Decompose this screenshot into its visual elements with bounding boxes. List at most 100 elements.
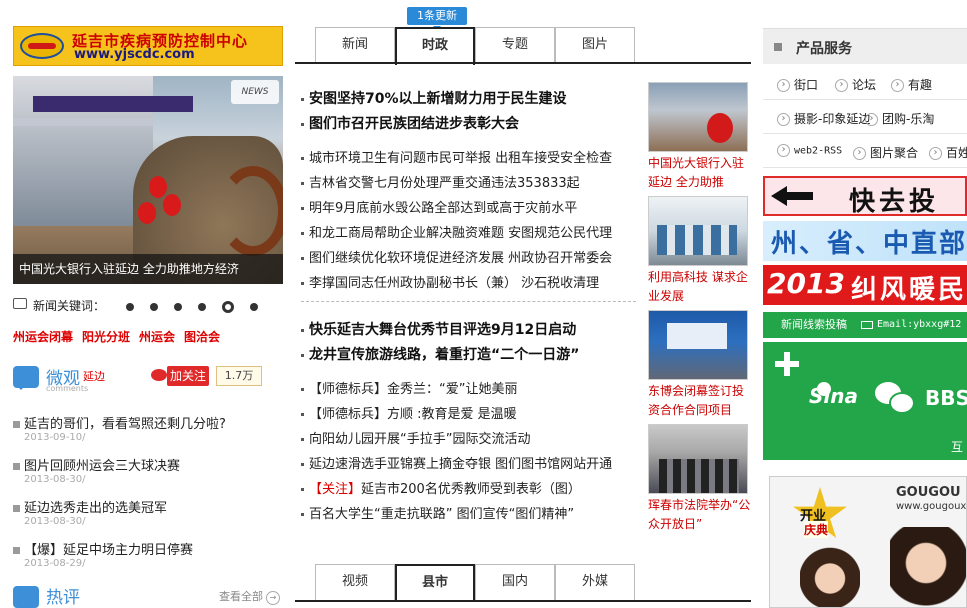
list-item-date: 2013-08-29/	[24, 558, 86, 569]
hot-tag-link[interactable]: 州运会	[139, 330, 175, 344]
cdc-banner-ad[interactable]: 延吉市疾病预防控制中心 www.yjscdc.com	[13, 26, 283, 66]
carousel-dot[interactable]	[250, 302, 258, 311]
news-link[interactable]: 图们继续优化软环境促进经济发展 州政协召开常委会	[301, 246, 646, 271]
government-ad[interactable]: 州、省、中直部门网上	[763, 221, 967, 261]
news-tip-bar[interactable]: 新闻线索投稿 Email:ybxxg#12	[763, 312, 967, 338]
carousel-dot[interactable]	[150, 302, 158, 311]
service-title: 产品服务	[796, 41, 852, 57]
service-link[interactable]: 论坛	[835, 76, 876, 93]
thumb-caption[interactable]: 利用高科技 谋求企业发展	[648, 268, 751, 306]
list-item[interactable]: 延吉的哥们，看看驾照还剩几分啦? 2013-09-10/	[13, 413, 283, 455]
thumb-caption[interactable]: 珲春市法院举办“公众开放日”	[648, 496, 751, 534]
news-link[interactable]: 李撑国同志任州政协副秘书长（兼） 沙石税收清理	[301, 271, 646, 296]
tab-4[interactable]: 外媒	[555, 564, 635, 600]
tab-1[interactable]: 新闻	[315, 27, 395, 63]
news-tabs-bottom: 视频 县市 国内 外媒	[315, 564, 635, 602]
tab-2[interactable]: 县市	[395, 564, 475, 602]
headline-link[interactable]: 图们市召开民族团结进步表彰大会	[301, 112, 646, 137]
square-bullet-icon	[774, 43, 782, 51]
chat-bubble-icon	[13, 586, 39, 608]
right-column: 产品服务 街口论坛有趣摄影-印象延边团购-乐淘 web2-RSS 图片聚合百姓 快去…	[763, 0, 967, 608]
news-link[interactable]: 【关注】延吉市200名优秀教师受到表彰（图）	[301, 477, 646, 502]
thumb-image[interactable]	[648, 82, 748, 152]
view-all-link[interactable]: 查看全部	[219, 588, 280, 605]
news-link[interactable]: 延边速滑选手亚锦赛上摘金夺银 图们图书馆网站开通	[301, 452, 646, 477]
news-link-text: 向阳幼儿园开展“手拉手”园际交流活动	[309, 432, 531, 447]
tab-2[interactable]: 时政	[395, 27, 475, 65]
thumb-image[interactable]	[648, 424, 748, 494]
carousel-dot[interactable]	[126, 302, 134, 311]
news-link[interactable]: 明年9月底前水毁公路全部达到或高于灾前水平	[301, 196, 646, 221]
wechat-icon[interactable]	[875, 382, 915, 414]
thumb-caption[interactable]: 中国光大银行入驻延边 全力助推	[648, 154, 751, 192]
news-link[interactable]: 【师德标兵】金秀兰：“爱”让她美丽	[301, 377, 646, 402]
news-link[interactable]: 向阳幼儿园开展“手拉手”园际交流活动	[301, 427, 646, 452]
carousel-dot[interactable]	[174, 302, 182, 311]
tab-1[interactable]: 视频	[315, 564, 395, 600]
gougou-ad[interactable]: 开业 庆典 GOUGOU www.gougouxin	[769, 476, 967, 608]
sina-link[interactable]: Sina	[809, 384, 858, 408]
mail-icon	[861, 321, 873, 329]
tab-3[interactable]: 专题	[475, 27, 555, 63]
service-link[interactable]: web2-RSS	[777, 144, 842, 157]
news-link-text: 【师德标兵】方顺 :教育是爱 是温暖	[309, 407, 517, 422]
headline-link[interactable]: 快乐延吉大舞台优秀节目评选9月12日启动	[301, 318, 646, 343]
hot-tag-link[interactable]: 阳光分班	[82, 330, 130, 344]
hot-tag-link[interactable]: 州运会闭幕	[13, 330, 73, 344]
tab-3[interactable]: 国内	[475, 564, 555, 600]
thumb-caption[interactable]: 东博会闭幕签订投资合作合同项目	[648, 382, 751, 420]
photo-thumb[interactable]: 珲春市法院举办“公众开放日”	[648, 424, 751, 538]
news-link[interactable]: 城市环境卫生有问题市民可举报 出租车接受安全检查	[301, 146, 646, 171]
chat-bubble-icon	[13, 366, 39, 390]
thumb-image[interactable]	[648, 310, 748, 380]
news-tip-label: 新闻线索投稿	[781, 318, 847, 331]
service-link[interactable]: 有趣	[891, 76, 932, 93]
list-item-title[interactable]: 图片回顾州运会三大球决赛	[13, 455, 283, 474]
campaign-ad[interactable]: 2013 纠风暖民	[763, 265, 967, 305]
campaign-ad-text: 纠风暖民	[851, 275, 967, 305]
service-link[interactable]: 街口	[777, 76, 818, 93]
interact-label: 互	[951, 440, 964, 454]
thumb-image[interactable]	[648, 196, 748, 266]
photo-thumb[interactable]: 中国光大银行入驻延边 全力助推	[648, 82, 751, 196]
carousel-dot[interactable]	[222, 300, 234, 313]
arrow-left-icon	[771, 186, 815, 206]
list-item-title[interactable]: 延边选秀走出的选美冠军	[13, 497, 283, 516]
service-link[interactable]: 团购-乐淘	[865, 110, 934, 127]
star-text-line2: 庆典	[804, 521, 829, 538]
list-item[interactable]: 延边选秀走出的选美冠军 2013-08-30/	[13, 497, 283, 539]
list-item-title[interactable]: 【爆】延足中场主力明日停赛	[13, 539, 283, 558]
news-link[interactable]: 和龙工商局帮助企业解决融资难题 安图规范公民代理	[301, 221, 646, 246]
service-link[interactable]: 摄影-印象延边	[777, 110, 870, 127]
list-item[interactable]: 【爆】延足中场主力明日停赛 2013-08-29/	[13, 539, 283, 581]
headline-photo-caption[interactable]: 中国光大银行入驻延边 全力助推地方经济	[13, 254, 283, 284]
hot-tag-link[interactable]: 图洽会	[184, 330, 220, 344]
photo-thumb[interactable]: 利用高科技 谋求企业发展	[648, 196, 751, 310]
headline-link[interactable]: 安图坚持70%以上新增财力用于民生建设	[301, 87, 646, 112]
bbs-link[interactable]: BBS	[925, 386, 967, 410]
news-link[interactable]: 【师德标兵】方顺 :教育是爱 是温暖	[301, 402, 646, 427]
photo-thumb[interactable]: 东博会闭幕签订投资合作合同项目	[648, 310, 751, 424]
plus-icon[interactable]	[775, 352, 799, 376]
tab-4[interactable]: 图片	[555, 27, 635, 63]
vote-ad[interactable]: 快去投票	[763, 176, 967, 254]
headline-link[interactable]: 龙井宣传旅游线路，着重打造“二个一日游”	[301, 343, 646, 368]
follow-button[interactable]: 加关注	[167, 366, 209, 386]
news-tip-email[interactable]: Email:ybxxg#12	[877, 312, 961, 338]
list-item-title[interactable]: 延吉的哥们，看看驾照还剩几分啦?	[13, 413, 283, 432]
service-link[interactable]: 百姓	[929, 144, 967, 161]
list-item[interactable]: 图片回顾州运会三大球决赛 2013-08-30/	[13, 455, 283, 497]
news-group-politics: 安图坚持70%以上新增财力用于民生建设 图们市召开民族团结进步表彰大会 城市环境卫生…	[301, 87, 646, 296]
model-photo	[800, 547, 860, 607]
balloon-icon	[138, 202, 156, 224]
news-link[interactable]: 吉林省交警七月份处理严重交通违法353833起	[301, 171, 646, 196]
news-link[interactable]: 百名大学生“重走抗联路” 图们宣传“图们精神”	[301, 502, 646, 527]
follower-count: 1.7万	[216, 366, 262, 386]
news-link-text: 延边速滑选手亚锦赛上摘金夺银 图们图书馆网站开通	[309, 457, 613, 472]
carousel-dot[interactable]	[198, 302, 206, 311]
model-photo	[890, 527, 966, 607]
service-link[interactable]: 图片聚合	[853, 144, 918, 161]
headline-photo[interactable]: NEWS 中国光大银行入驻延边 全力助推地方经济	[13, 76, 283, 284]
